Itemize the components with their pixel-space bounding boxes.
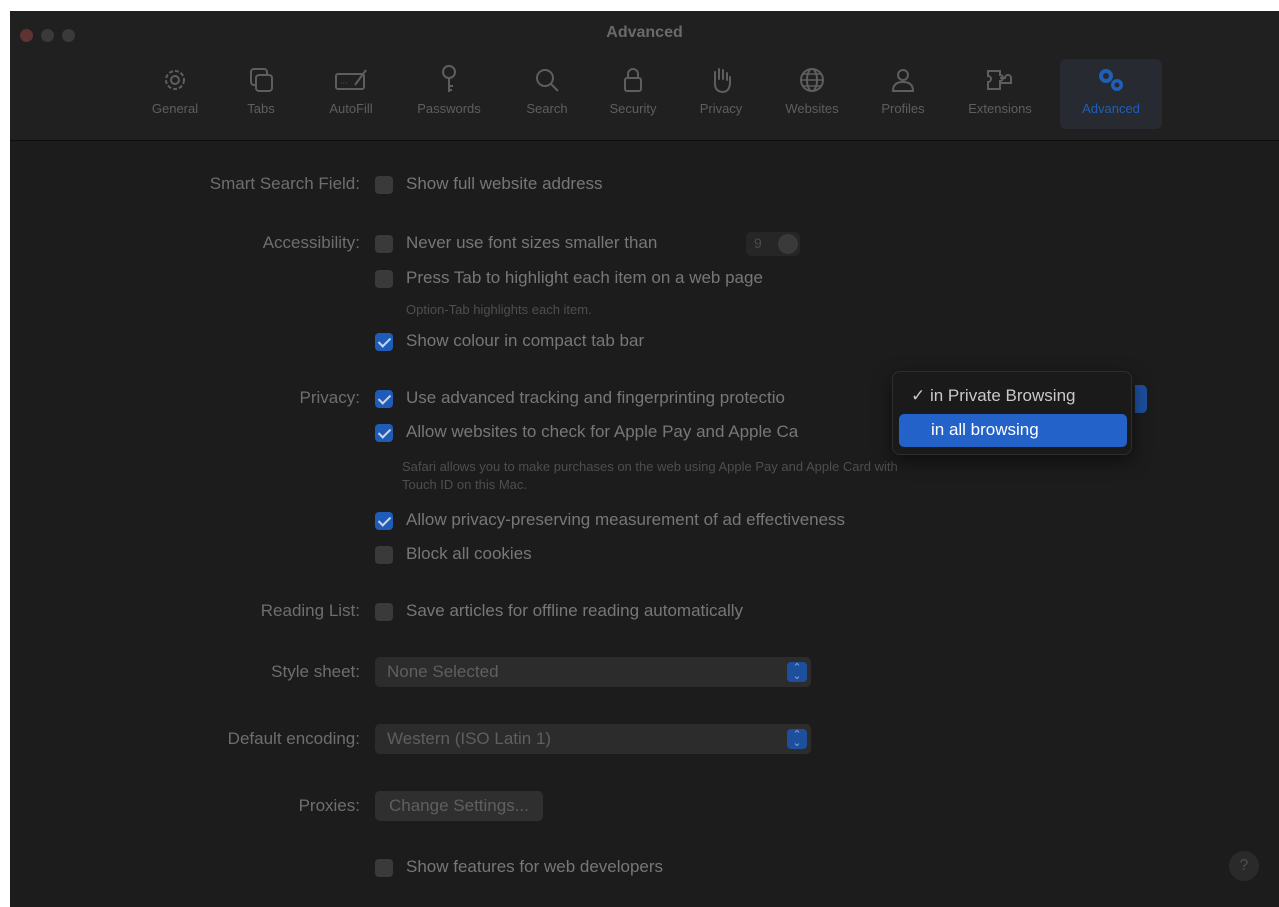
tab-search[interactable]: Search xyxy=(516,59,578,129)
tab-label: Privacy xyxy=(699,101,743,116)
style-sheet-label: Style sheet: xyxy=(271,662,360,681)
gear-icon xyxy=(157,63,193,97)
menu-item-private-browsing[interactable]: ✓ in Private Browsing xyxy=(899,380,1127,413)
svg-text:···: ··· xyxy=(340,79,348,88)
tab-label: AutoFill xyxy=(329,101,373,116)
tab-highlight-note: Option-Tab highlights each item. xyxy=(406,302,592,317)
tab-advanced[interactable]: Advanced xyxy=(1060,59,1162,129)
tab-passwords[interactable]: Passwords xyxy=(404,59,494,129)
apple-pay-option: Allow websites to check for Apple Pay an… xyxy=(406,422,799,441)
menu-item-all-browsing[interactable]: in all browsing xyxy=(899,414,1127,447)
style-sheet-select[interactable]: None Selected ⌃ ⌄ xyxy=(375,657,811,687)
tab-label: Advanced xyxy=(1082,101,1140,116)
apple-pay-checkbox[interactable] xyxy=(375,424,393,442)
block-cookies-checkbox[interactable] xyxy=(375,546,393,564)
tab-tabs[interactable]: Tabs xyxy=(236,59,286,129)
font-size-checkbox[interactable] xyxy=(375,235,393,253)
encoding-label: Default encoding: xyxy=(227,729,360,748)
reading-list-checkbox[interactable] xyxy=(375,603,393,621)
style-sheet-value: None Selected xyxy=(387,662,499,681)
tab-label: General xyxy=(151,101,199,116)
key-icon xyxy=(431,63,467,97)
smart-search-option: Show full website address xyxy=(406,174,603,193)
window-title: Advanced xyxy=(606,24,683,41)
proxies-label: Proxies: xyxy=(298,796,360,815)
compact-tab-colour-checkbox[interactable] xyxy=(375,333,393,351)
tab-label: Security xyxy=(609,101,657,116)
tab-label: Extensions xyxy=(968,101,1032,116)
tracking-protection-option: Use advanced tracking and fingerprinting… xyxy=(406,388,785,407)
preferences-toolbar: General Tabs ··· AutoFill Passwords Sear… xyxy=(10,59,1279,133)
tab-general[interactable]: General xyxy=(144,59,206,129)
tracking-protection-checkbox[interactable] xyxy=(375,390,393,408)
block-cookies-option: Block all cookies xyxy=(406,544,532,563)
tab-highlight-option: Press Tab to highlight each item on a we… xyxy=(406,268,763,287)
tab-label: Search xyxy=(526,101,568,116)
privacy-label: Privacy: xyxy=(299,388,360,407)
apple-pay-note-line2: Touch ID on this Mac. xyxy=(402,477,527,492)
compact-tab-colour-option: Show colour in compact tab bar xyxy=(406,331,645,350)
tab-highlight-checkbox[interactable] xyxy=(375,270,393,288)
tracking-scope-popup-edge[interactable] xyxy=(1135,385,1147,413)
person-icon xyxy=(885,63,921,97)
reading-list-option: Save articles for offline reading automa… xyxy=(406,601,744,620)
apple-pay-note-line1: Safari allows you to make purchases on t… xyxy=(402,459,898,474)
lock-icon xyxy=(615,63,651,97)
tab-profiles[interactable]: Profiles xyxy=(868,59,938,129)
web-developer-option: Show features for web developers xyxy=(406,857,664,876)
help-button[interactable]: ? xyxy=(1229,851,1259,881)
smart-search-checkbox[interactable] xyxy=(375,176,393,194)
ad-measurement-checkbox[interactable] xyxy=(375,512,393,530)
tab-label: Passwords xyxy=(417,101,481,116)
font-size-value: 9 xyxy=(754,235,762,251)
preferences-window: Advanced General Tabs ··· AutoFill Passw… xyxy=(10,11,1279,907)
updown-chevron-icon: ⌃ ⌄ xyxy=(787,729,807,749)
font-size-select[interactable]: 9 xyxy=(746,232,800,256)
updown-chevron-icon: ⌃ ⌄ xyxy=(787,662,807,682)
ad-measurement-option: Allow privacy-preserving measurement of … xyxy=(406,510,846,529)
search-icon xyxy=(529,63,565,97)
tab-autofill[interactable]: ··· AutoFill xyxy=(316,59,386,129)
accessibility-label: Accessibility: xyxy=(262,233,360,252)
gears-icon xyxy=(1093,63,1129,97)
tab-label: Websites xyxy=(785,101,839,116)
autofill-icon: ··· xyxy=(333,63,369,97)
puzzle-icon xyxy=(982,63,1018,97)
tab-label: Profiles xyxy=(881,101,925,116)
tab-security[interactable]: Security xyxy=(596,59,670,129)
tab-websites[interactable]: Websites xyxy=(772,59,852,129)
hand-icon xyxy=(703,63,739,97)
change-settings-button[interactable]: Change Settings... xyxy=(375,791,543,821)
encoding-select[interactable]: Western (ISO Latin 1) ⌃ ⌄ xyxy=(375,724,811,754)
title-bar: Advanced General Tabs ··· AutoFill Passw… xyxy=(10,11,1279,141)
encoding-value: Western (ISO Latin 1) xyxy=(387,729,552,748)
tab-privacy[interactable]: Privacy xyxy=(686,59,756,129)
chevron-down-icon xyxy=(778,234,798,254)
tabs-icon xyxy=(243,63,279,97)
reading-list-label: Reading List: xyxy=(260,601,360,620)
tracking-scope-menu: ✓ in Private Browsing in all browsing xyxy=(892,371,1132,455)
tab-label: Tabs xyxy=(247,101,275,116)
font-size-option: Never use font sizes smaller than xyxy=(406,233,658,252)
web-developer-checkbox[interactable] xyxy=(375,859,393,877)
globe-icon xyxy=(794,63,830,97)
tab-extensions[interactable]: Extensions xyxy=(952,59,1048,129)
smart-search-label: Smart Search Field: xyxy=(209,174,360,193)
